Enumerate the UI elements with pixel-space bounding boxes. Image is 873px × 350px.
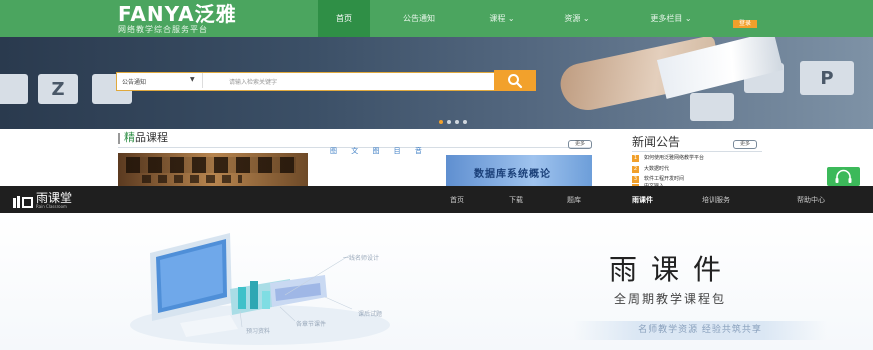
yuketang-nav-training[interactable]: 培训服务 [702, 186, 730, 213]
yuketang-nav-home[interactable]: 首页 [450, 186, 464, 213]
yuketang-nav-courseware[interactable]: 雨课件 [632, 186, 653, 213]
courseware-title: 雨课件 [609, 253, 736, 286]
courseware-subtitle: 全周期教学课程包 [614, 292, 727, 306]
carousel-dot[interactable] [447, 120, 451, 124]
yuketang-logo-subtitle: Rain Classroom [36, 204, 67, 209]
news-more-button[interactable]: 更多 [733, 140, 757, 149]
calligraphy-strokes [142, 175, 242, 183]
course-thumbnail-title: 数据库系统概论 [474, 169, 551, 180]
courseware-illustration [130, 233, 390, 345]
fanya-nav-courses[interactable]: 课程 ⌄ [471, 0, 533, 37]
news-bullet: 1 [632, 155, 639, 162]
illustration-caption-preview: 预习资料 [246, 328, 271, 335]
fanya-search-bar[interactable] [116, 72, 496, 91]
news-divider [632, 151, 762, 152]
fanya-search-input[interactable]: 请输入检索关键字 [229, 77, 277, 86]
illustration-caption-designer: 一线名师设计 [343, 255, 380, 262]
news-item[interactable]: 如何使用泛雅网络教学平台 [644, 155, 704, 162]
news-item[interactable]: 大数据时代 [644, 166, 669, 173]
illustration-caption-courseware: 各章节课件 [296, 321, 327, 328]
fanya-nav-resources[interactable]: 资源 ⌄ [547, 0, 607, 37]
chat-support-button[interactable] [827, 167, 860, 186]
banner-key-z: Z [38, 74, 78, 104]
news-item[interactable]: 软件工程开发时间 [644, 176, 684, 183]
news-bullet: 2 [632, 166, 639, 173]
yuketang-nav-download[interactable]: 下载 [509, 186, 523, 213]
search-icon [508, 73, 523, 88]
fanya-login-badge[interactable]: 登录 [733, 20, 757, 28]
yuketang-logo-icon[interactable] [13, 193, 33, 208]
banner-key-5 [690, 93, 734, 121]
news-title: 新闻公告 [632, 135, 681, 149]
news-bullet: 3 [632, 176, 639, 183]
yuketang-nav-help[interactable]: 帮助中心 [797, 186, 825, 213]
fanya-logo-subtitle: 网络教学综合服务平台 [118, 25, 208, 34]
carousel-dot[interactable] [455, 120, 459, 124]
course-thumbnail-database[interactable]: 数据库系统概论 [446, 155, 592, 186]
search-divider [202, 73, 203, 88]
featured-filter-tabs[interactable]: 图 文 图 目 音 [330, 146, 428, 156]
banner-key-p: P [800, 61, 854, 95]
fanya-nav-announcements[interactable]: 公告通知 [383, 0, 455, 37]
carousel-dot[interactable] [463, 120, 467, 124]
fanya-search-category-select[interactable]: 公告通知 [122, 77, 146, 86]
fanya-logo[interactable]: FANYA泛雅 [118, 4, 237, 24]
fanya-nav-home[interactable]: 首页 [318, 0, 370, 37]
yuketang-logo[interactable]: 雨课堂 [36, 191, 72, 205]
carousel-dot-active[interactable] [439, 120, 443, 124]
section-marker [118, 133, 120, 144]
banner-key-left [0, 74, 28, 104]
featured-more-button[interactable]: 更多 [568, 140, 592, 149]
illustration-caption-exercises: 课后试题 [358, 311, 383, 318]
courseware-slogan: 名师教学资源 经验共筑共享 [573, 321, 827, 340]
featured-courses-title: 精品课程 [124, 131, 168, 144]
headset-icon [835, 169, 852, 183]
fanya-nav-more[interactable]: 更多栏目 ⌄ [628, 0, 714, 37]
fanya-search-button[interactable] [494, 70, 536, 91]
course-thumbnail-calligraphy[interactable] [118, 153, 308, 186]
yuketang-nav-question-bank[interactable]: 题库 [567, 186, 581, 213]
select-caret-icon[interactable]: ▼ [190, 76, 195, 83]
yuketang-top-bar [0, 186, 873, 213]
calligraphy-strokes [126, 157, 296, 173]
